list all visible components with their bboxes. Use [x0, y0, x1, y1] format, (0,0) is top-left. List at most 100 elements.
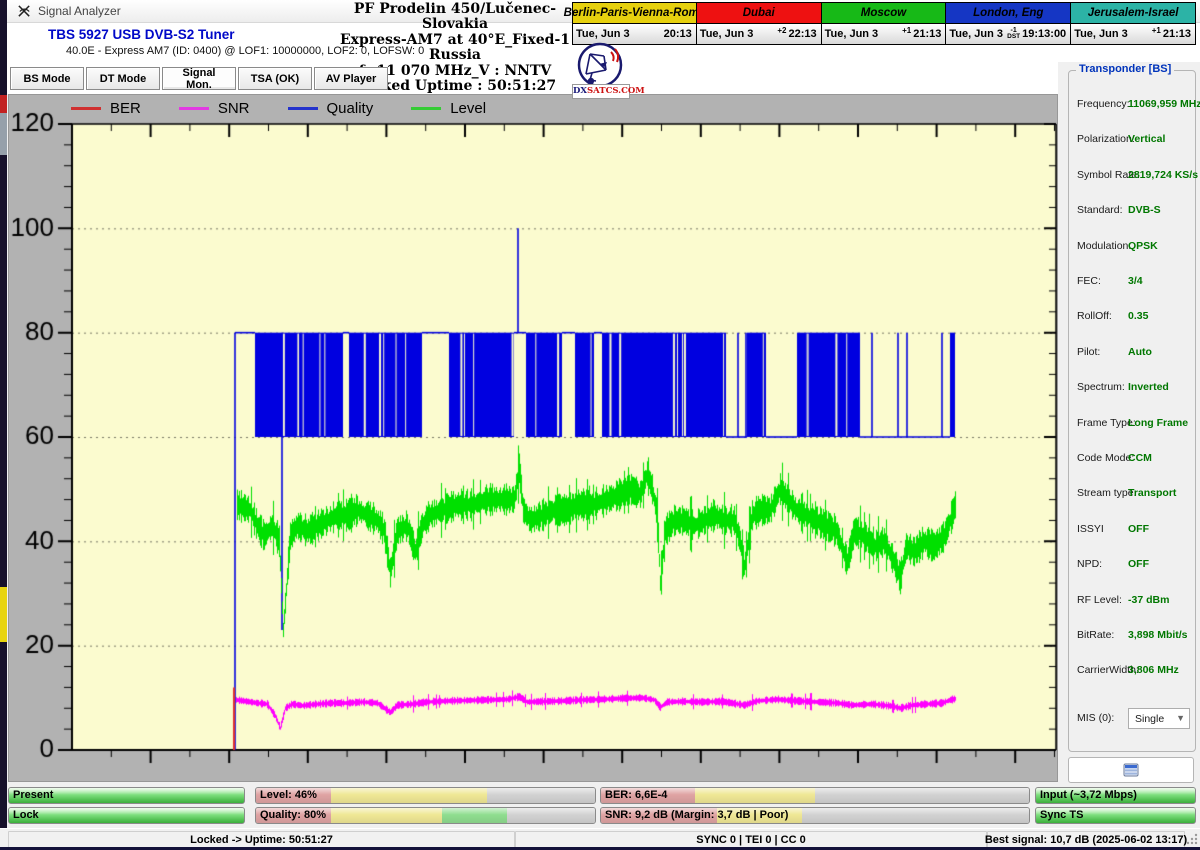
tab-bs-mode[interactable]: BS Mode [10, 67, 84, 90]
stream-list-icon [1123, 763, 1139, 777]
clock-time-value: 22:13 [788, 28, 816, 40]
station-line-1: PF Prodelin 450/Lučenec-Slovakia [322, 2, 588, 33]
clock-time: Tue, Jun 3+222:13 [697, 24, 821, 44]
transponder-row: Pilot:Auto [1077, 346, 1189, 360]
mode-tabs: BS ModeDT ModeSignal Mon.TSA (OK)AV Play… [10, 67, 390, 90]
mis-selected-value: Single [1135, 713, 1164, 725]
legend-label: Quality [327, 100, 374, 117]
transponder-row-value: Vertical [1128, 133, 1165, 145]
quality-label: Quality: 80% [260, 809, 326, 821]
tab-signal-mon-[interactable]: Signal Mon. [162, 67, 236, 90]
transponder-row: Code Mode:CCM [1077, 452, 1189, 466]
transponder-groupbox: Transponder [BS] Frequency:11069,959 MHz… [1068, 70, 1196, 752]
present-bar: Present [8, 787, 245, 804]
lock-label: Lock [13, 809, 39, 821]
transponder-row-value: QPSK [1128, 240, 1158, 252]
tab-tsa-ok-[interactable]: TSA (OK) [238, 67, 312, 90]
transponder-row-value: 3,806 MHz [1128, 664, 1179, 676]
legend-line-swatch [179, 107, 209, 110]
clock-date: Tue, Jun 3 [1074, 28, 1128, 40]
transponder-row: NPD:OFF [1077, 558, 1189, 572]
transponder-row: Spectrum:Inverted [1077, 381, 1189, 395]
transponder-row-label: ISSYI [1077, 523, 1129, 537]
ber-label: BER: 6,6E-4 [605, 789, 667, 801]
stream-list-button[interactable] [1068, 757, 1194, 783]
quality-bar: Quality: 80% [255, 807, 596, 824]
mis-select[interactable]: Single ▼ [1128, 708, 1190, 729]
transponder-row-value: 0.35 [1128, 310, 1148, 322]
mis-label: MIS (0): [1077, 712, 1114, 724]
transponder-row-label: FEC: [1077, 275, 1129, 289]
mis-row: MIS (0): Single ▼ [1077, 712, 1189, 724]
app-icon [17, 4, 32, 19]
signal-history-chart [9, 95, 1057, 781]
clock-offset: +2 [777, 26, 786, 35]
transponder-row-value: Auto [1128, 346, 1152, 358]
snr-label: SNR: 9,2 dB (Margin: 3,7 dB | Poor) [605, 809, 788, 821]
clock-city: Dubai [697, 3, 821, 24]
clock-time-value: 21:13 [913, 28, 941, 40]
transponder-row-label: RF Level: [1077, 594, 1129, 608]
clock-city: London, Eng [946, 3, 1070, 24]
legend-label: Level [450, 100, 486, 117]
transponder-row-label: Pilot: [1077, 346, 1129, 360]
transponder-row: BitRate:3,898 Mbit/s [1077, 629, 1189, 643]
transponder-row-value: DVB-S [1128, 204, 1161, 216]
level-bar: Level: 46% [255, 787, 596, 804]
transponder-row-value: 11069,959 MHz [1128, 98, 1200, 110]
clock-offset: +1 [902, 26, 911, 35]
legend-item-level: Level [411, 100, 486, 117]
clock-date: Tue, Jun 3 [576, 28, 630, 40]
legend-line-swatch [288, 107, 318, 110]
clock-time-value: 20:13 [664, 28, 692, 40]
transponder-row-value: 2819,724 KS/s [1128, 169, 1198, 181]
tab-dt-mode[interactable]: DT Mode [86, 67, 160, 90]
transponder-row-label: Stream type: [1077, 487, 1129, 501]
transponder-row: Modulation:QPSK [1077, 240, 1189, 254]
clock-3: MoscowTue, Jun 3+121:13 [822, 2, 947, 45]
clock-2: DubaiTue, Jun 3+222:13 [697, 2, 822, 45]
transponder-row-value: Inverted [1128, 381, 1169, 393]
transponder-row-value: OFF [1128, 523, 1149, 535]
resize-grip[interactable] [1185, 832, 1198, 845]
transponder-row: FEC:3/4 [1077, 275, 1189, 289]
transponder-row: CarrierWidth:3,806 MHz [1077, 664, 1189, 678]
clock-time: Tue, Jun 3+121:13 [822, 24, 946, 44]
input-label: Input (~3,72 Mbps) [1040, 789, 1137, 801]
transponder-row: RF Level:-37 dBm [1077, 594, 1189, 608]
legend-item-ber: BER [71, 100, 141, 117]
clock-time: Tue, Jun 3-1DST19:13:00 [946, 24, 1070, 44]
legend-line-swatch [411, 107, 441, 110]
present-label: Present [13, 789, 53, 801]
ber-bar: BER: 6,6E-4 [600, 787, 1030, 804]
sync-bar: Sync TS [1035, 807, 1196, 824]
level-label: Level: 46% [260, 789, 317, 801]
chevron-down-icon: ▼ [1176, 713, 1185, 723]
clock-offset: -1DST [1007, 28, 1020, 40]
transponder-row: Symbol Rate:2819,724 KS/s [1077, 169, 1189, 183]
transponder-row: Polarization:Vertical [1077, 133, 1189, 147]
clock-city: Berlin-Paris-Vienna-Roma [573, 3, 696, 24]
transponder-panel: Transponder [BS] Frequency:11069,959 MHz… [1058, 62, 1200, 828]
transponder-row-value: Long Frame [1128, 417, 1188, 429]
transponder-row-label: Frequency: [1077, 98, 1129, 112]
clock-dst-flag: DST [1007, 34, 1020, 40]
transponder-row-label: Frame Type: [1077, 417, 1129, 431]
transponder-row-value: -37 dBm [1128, 594, 1169, 606]
clock-time-value: 21:13 [1163, 28, 1191, 40]
tuner-title: TBS 5927 USB DVB-S2 Tuner [48, 27, 235, 42]
bar-gloss [9, 808, 244, 823]
world-clocks: Berlin-Paris-Vienna-Roma Tue, Jun 3 20:13 D… [572, 2, 1196, 45]
background-accent [0, 95, 7, 113]
transponder-row-label: Spectrum: [1077, 381, 1129, 395]
legend-line-swatch [71, 107, 101, 110]
transponder-row-value: Transport [1128, 487, 1176, 499]
snr-bar: SNR: 9,2 dB (Margin: 3,7 dB | Poor) [600, 807, 1030, 824]
background-window-edge [0, 0, 7, 828]
transponder-row-value: CCM [1128, 452, 1152, 464]
tab-av-player[interactable]: AV Player [314, 67, 388, 90]
transponder-row-label: Code Mode: [1077, 452, 1129, 466]
transponder-row-label: Modulation: [1077, 240, 1129, 254]
logo-text: DXSATCS.COM [572, 84, 630, 99]
transponder-row-label: Polarization: [1077, 133, 1129, 147]
